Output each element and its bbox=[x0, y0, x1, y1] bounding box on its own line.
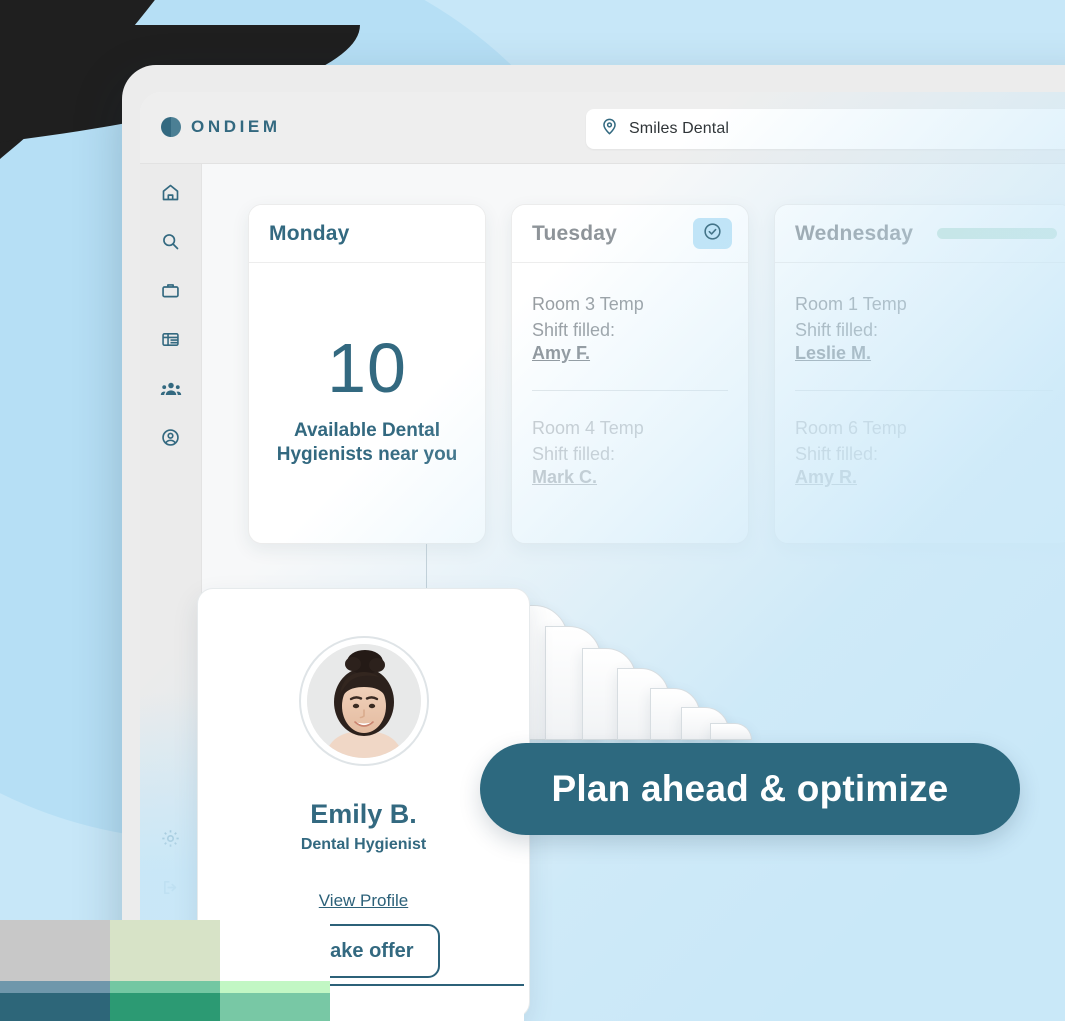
sidebar-item-search[interactable] bbox=[156, 229, 186, 259]
day-card-tuesday[interactable]: Tuesday Room 3 Temp Shift filled: Amy F. bbox=[511, 204, 749, 544]
app-topbar: ONDIEM Smiles Dental bbox=[140, 92, 1065, 164]
day-card-header: Wednesday bbox=[775, 205, 1065, 263]
sidebar-item-logout[interactable] bbox=[156, 875, 186, 905]
sidebar-item-team[interactable] bbox=[156, 376, 186, 406]
plan-ahead-banner-text: Plan ahead & optimize bbox=[551, 768, 949, 809]
shift-slot: Room 1 Temp Shift filled: Leslie M. bbox=[795, 289, 1053, 364]
shift-status: Shift filled: bbox=[795, 444, 879, 465]
day-card-body: Room 1 Temp Shift filled: Leslie M. Room… bbox=[775, 263, 1065, 488]
list-icon bbox=[160, 329, 181, 355]
slot-divider bbox=[795, 390, 1053, 392]
color-swatch bbox=[220, 920, 330, 1021]
shift-person-link[interactable]: Mark C. bbox=[532, 467, 597, 488]
shift-room: Room 1 Temp bbox=[795, 294, 907, 314]
sidebar-item-schedule[interactable] bbox=[156, 327, 186, 357]
app-sidebar bbox=[140, 164, 202, 1021]
sidebar-item-account[interactable] bbox=[156, 425, 186, 455]
search-icon bbox=[160, 231, 181, 257]
people-icon bbox=[160, 378, 182, 405]
available-count-label: Available Dental Hygienists near you bbox=[276, 420, 458, 465]
avatar-ring bbox=[298, 636, 429, 766]
home-icon bbox=[160, 182, 181, 208]
day-card-header: Tuesday bbox=[512, 205, 748, 263]
brand-logo[interactable]: ONDIEM bbox=[160, 116, 281, 138]
shift-room: Room 3 Temp bbox=[532, 294, 644, 314]
shift-person-link[interactable]: Amy F. bbox=[532, 343, 590, 364]
offer-panel-outline bbox=[314, 984, 524, 1021]
profile-role: Dental Hygienist bbox=[300, 836, 427, 853]
check-circle-icon bbox=[702, 221, 723, 247]
day-progress-bar bbox=[937, 228, 1057, 239]
color-swatch bbox=[110, 920, 220, 1021]
day-card-wednesday[interactable]: Wednesday Room 1 Temp Shift filled: Lesl… bbox=[774, 204, 1065, 544]
location-search-input[interactable]: Smiles Dental bbox=[586, 109, 1065, 149]
sidebar-item-home[interactable] bbox=[156, 180, 186, 210]
location-pin-icon bbox=[600, 117, 619, 141]
sidebar-item-jobs[interactable] bbox=[156, 278, 186, 308]
location-search-value: Smiles Dental bbox=[629, 120, 730, 137]
avatar bbox=[306, 644, 421, 758]
day-name: Monday bbox=[269, 221, 350, 245]
shift-status: Shift filled: bbox=[532, 320, 616, 341]
day-status-badge[interactable] bbox=[693, 218, 732, 249]
brand-name: ONDIEM bbox=[191, 117, 281, 136]
account-icon bbox=[160, 427, 181, 453]
day-card-header: Monday bbox=[249, 205, 485, 263]
day-name: Tuesday bbox=[532, 221, 618, 245]
day-card-body: Room 3 Temp Shift filled: Amy F. Room 4 … bbox=[512, 263, 748, 488]
shift-slot: Room 4 Temp Shift filled: Mark C. bbox=[532, 413, 728, 488]
color-swatch bbox=[0, 920, 110, 1021]
slot-divider bbox=[532, 390, 728, 392]
shift-slot: Room 6 Temp Shift filled: Amy R. bbox=[795, 413, 1053, 488]
day-name: Wednesday bbox=[795, 221, 914, 245]
shift-person-link[interactable]: Amy R. bbox=[795, 467, 857, 488]
plan-ahead-banner: Plan ahead & optimize bbox=[480, 743, 1020, 835]
color-swatch-strip bbox=[0, 920, 330, 1021]
day-card-monday[interactable]: Monday 10 Available Dental Hygienists ne… bbox=[248, 204, 486, 544]
briefcase-icon bbox=[160, 280, 181, 306]
sidebar-item-settings[interactable] bbox=[156, 826, 186, 856]
shift-person-link[interactable]: Leslie M. bbox=[795, 343, 871, 364]
profile-name: Emily B. bbox=[310, 799, 417, 829]
view-profile-link[interactable]: View Profile bbox=[319, 891, 408, 911]
shift-status: Shift filled: bbox=[532, 444, 616, 465]
shift-room: Room 6 Temp bbox=[795, 418, 907, 439]
screenshot-root: ONDIEM Smiles Dental Monday 10 Available… bbox=[0, 0, 1065, 1021]
shift-status: Shift filled: bbox=[795, 320, 879, 341]
available-count: 10 bbox=[327, 329, 407, 407]
shift-slot: Room 3 Temp Shift filled: Amy F. bbox=[532, 289, 728, 364]
shift-room: Room 4 Temp bbox=[532, 418, 644, 439]
ondiem-circle-logo-icon bbox=[160, 116, 182, 138]
day-card-body: 10 Available Dental Hygienists near you bbox=[249, 263, 485, 467]
logout-icon bbox=[160, 877, 181, 903]
gear-icon bbox=[160, 828, 181, 854]
